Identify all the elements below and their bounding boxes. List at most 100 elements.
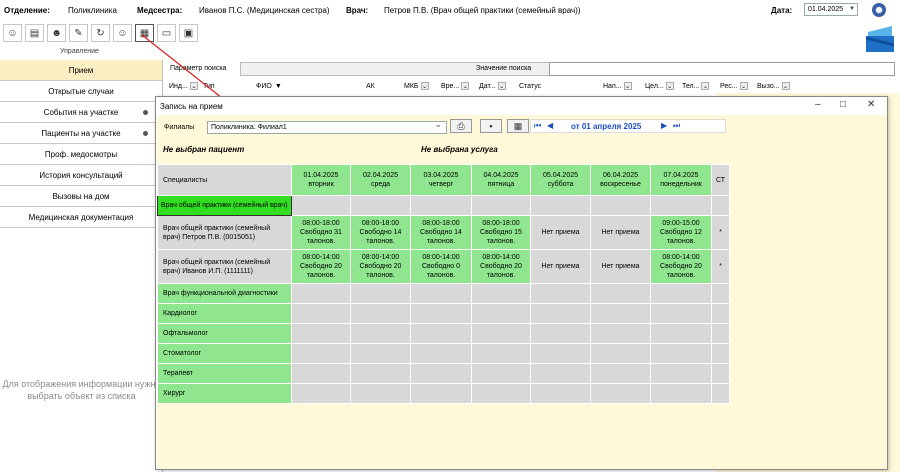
sidebar-item-priem[interactable]: Прием: [0, 60, 162, 81]
slot-cell[interactable]: [650, 303, 712, 324]
users-icon[interactable]: ☻: [47, 24, 66, 42]
maximize-icon[interactable]: □: [840, 99, 846, 110]
last-page-icon[interactable]: ⏭: [673, 121, 680, 131]
slot-cell[interactable]: [410, 363, 472, 384]
slot-available-cell[interactable]: 08:00-18:00 Свободно 14 талонов.: [410, 215, 472, 250]
column-header[interactable]: АК: [363, 79, 401, 93]
slot-cell[interactable]: [350, 283, 411, 304]
slot-cell[interactable]: Нет приема: [530, 249, 591, 284]
date-picker[interactable]: 01.04.2025 ▼: [804, 3, 858, 16]
day-header[interactable]: 06.04.2025 воскресенье: [590, 164, 651, 196]
slot-available-cell[interactable]: 08:00-18:00 Свободно 31 талонов.: [291, 215, 351, 250]
slot-cell[interactable]: [530, 383, 591, 404]
slot-available-cell[interactable]: 08:00-18:00 Свободно 14 талонов.: [350, 215, 411, 250]
specialty-cell[interactable]: Стоматолог: [157, 343, 292, 364]
slot-cell[interactable]: [650, 283, 712, 304]
sidebar-item-events[interactable]: События на участке: [0, 102, 162, 123]
doctor-name-cell[interactable]: Врач общей практики (семейный врач) Петр…: [157, 215, 292, 250]
column-header[interactable]: Тип: [200, 79, 253, 93]
slot-cell[interactable]: [590, 303, 651, 324]
user-add-icon[interactable]: ☺: [3, 24, 22, 42]
slot-cell[interactable]: [530, 283, 591, 304]
day-header[interactable]: 04.04.2025 пятница: [471, 164, 531, 196]
doctor-name-cell[interactable]: Врач общей практики (семейный врач) Иван…: [157, 249, 292, 284]
day-header[interactable]: 03.04.2025 четверг: [410, 164, 472, 196]
sidebar-item-consultations[interactable]: История консультаций: [0, 165, 162, 186]
slot-cell[interactable]: [650, 323, 712, 344]
first-page-icon[interactable]: ⏮: [534, 121, 541, 131]
day-header[interactable]: 05.04.2025 суббота: [530, 164, 591, 196]
print-icon[interactable]: ⎙: [450, 119, 472, 133]
calendar-icon[interactable]: ▦: [135, 24, 154, 42]
slot-cell[interactable]: [471, 283, 531, 304]
slot-cell[interactable]: [590, 343, 651, 364]
slot-cell[interactable]: [350, 383, 411, 404]
slot-cell[interactable]: [590, 363, 651, 384]
column-header[interactable]: ФИО ▼: [253, 79, 363, 93]
column-header[interactable]: Статус: [516, 79, 600, 93]
slot-cell[interactable]: [410, 343, 472, 364]
sidebar-item-checkups[interactable]: Проф. медосмотры: [0, 144, 162, 165]
slot-cell[interactable]: [350, 343, 411, 364]
slot-cell[interactable]: [650, 363, 712, 384]
slot-cell[interactable]: [471, 343, 531, 364]
column-header[interactable]: Цел... ⌄: [642, 79, 679, 93]
slot-cell[interactable]: [410, 383, 472, 404]
slot-cell[interactable]: [291, 343, 351, 364]
slot-cell[interactable]: [350, 363, 411, 384]
slot-cell[interactable]: Нет приема: [530, 215, 591, 250]
slot-available-cell[interactable]: 08:00-14:00 Свободно 20 талонов.: [291, 249, 351, 284]
slot-cell[interactable]: [410, 323, 472, 344]
column-header[interactable]: Инд... ⌄: [166, 79, 200, 93]
sidebar-item-documents[interactable]: Медицинская документация: [0, 207, 162, 228]
slot-cell[interactable]: [590, 283, 651, 304]
slot-cell[interactable]: Нет приема: [590, 215, 651, 250]
slot-available-cell[interactable]: 08:00-14:00 Свободно 20 талонов.: [471, 249, 531, 284]
slot-available-cell[interactable]: 08:00-14:00 Свободно 20 талонов.: [650, 249, 712, 284]
branch-select[interactable]: Поликлиника. Филиал1: [207, 119, 447, 134]
day-header[interactable]: 02.04.2025 среда: [350, 164, 411, 196]
prev-page-icon[interactable]: ◀: [547, 121, 553, 130]
specialty-cell[interactable]: Врач функциональной диагностики: [157, 283, 292, 304]
slot-cell[interactable]: [650, 343, 712, 364]
slot-cell[interactable]: [471, 383, 531, 404]
slot-cell[interactable]: [530, 195, 591, 216]
filter-icon[interactable]: ⌄: [739, 82, 748, 90]
slot-cell[interactable]: [350, 303, 411, 324]
next-page-icon[interactable]: ▶: [661, 121, 667, 130]
column-header[interactable]: Рес... ⌄: [717, 79, 754, 93]
slot-cell[interactable]: [650, 195, 712, 216]
slot-cell[interactable]: [590, 195, 651, 216]
filter-icon[interactable]: ⌄: [189, 82, 198, 90]
specialty-cell[interactable]: Врач общей практики (семейный врач): [157, 195, 292, 216]
minimize-icon[interactable]: –: [815, 99, 821, 110]
filter-icon[interactable]: ⌄: [461, 82, 470, 90]
slot-cell[interactable]: [291, 303, 351, 324]
slot-cell[interactable]: [350, 323, 411, 344]
filter-icon[interactable]: ⌄: [623, 82, 632, 90]
specialty-cell[interactable]: Терапевт: [157, 363, 292, 384]
slot-cell[interactable]: [471, 195, 531, 216]
filter-icon[interactable]: ⌄: [701, 82, 710, 90]
slot-cell[interactable]: [471, 303, 531, 324]
specialty-cell[interactable]: Кардиолог: [157, 303, 292, 324]
slot-cell[interactable]: [291, 283, 351, 304]
sidebar-item-home-calls[interactable]: Вызовы на дом: [0, 186, 162, 207]
card-icon[interactable]: ▤: [25, 24, 44, 42]
column-header[interactable]: Вре... ⌄: [438, 79, 476, 93]
slot-cell[interactable]: [291, 363, 351, 384]
slot-cell[interactable]: [471, 323, 531, 344]
specialty-cell[interactable]: Хирург: [157, 383, 292, 404]
slot-cell[interactable]: [530, 363, 591, 384]
slot-cell[interactable]: [590, 323, 651, 344]
filter-icon[interactable]: ⌄: [420, 82, 429, 90]
slot-available-cell[interactable]: 08:00-14:00 Свободно 20 талонов.: [350, 249, 411, 284]
sidebar-item-patients[interactable]: Пациенты на участке: [0, 123, 162, 144]
search-value-input[interactable]: [549, 62, 895, 76]
slot-cell[interactable]: [590, 383, 651, 404]
slot-cell[interactable]: Нет приема: [590, 249, 651, 284]
slot-cell[interactable]: [410, 195, 472, 216]
day-header[interactable]: 07.04.2025 понедельник: [650, 164, 712, 196]
slot-available-cell[interactable]: 08:00-18:00 Свободно 15 талонов.: [471, 215, 531, 250]
slot-cell[interactable]: [530, 323, 591, 344]
